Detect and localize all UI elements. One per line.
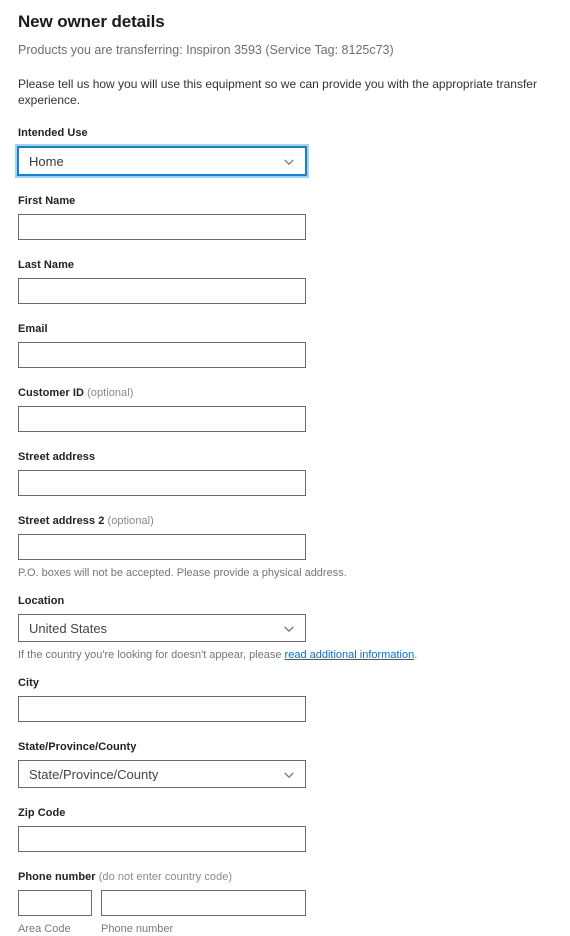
- intended-use-select[interactable]: Home: [17, 146, 307, 176]
- area-code-input[interactable]: [18, 890, 92, 916]
- field-first-name: First Name: [18, 194, 552, 240]
- label-location: Location: [18, 595, 65, 607]
- form-container: New owner details Products you are trans…: [0, 0, 570, 936]
- state-province-county-value: State/Province/County: [29, 767, 159, 781]
- intro-paragraph: Please tell us how you will use this equ…: [18, 77, 537, 107]
- label-street-address-2-optional: (optional): [107, 515, 154, 527]
- label-phone-number-note: (do not enter country code): [98, 871, 233, 883]
- phone-number-caption: Phone number: [101, 923, 174, 935]
- phone-inputs-row: Area Code Phone number: [18, 890, 552, 936]
- label-customer-id-optional: (optional): [87, 387, 134, 399]
- label-customer-id: Customer ID (optional): [18, 386, 552, 400]
- location-select[interactable]: United States: [18, 614, 306, 642]
- label-intended-use: Intended Use: [18, 127, 88, 139]
- field-zip-code: Zip Code: [18, 806, 552, 852]
- area-code-caption: Area Code: [18, 923, 71, 935]
- intended-use-value: Home: [29, 154, 64, 168]
- label-phone-number-text: Phone number: [18, 871, 96, 883]
- zip-code-input[interactable]: [18, 826, 306, 852]
- chevron-down-icon: [283, 768, 295, 780]
- new-owner-details-page: New owner details Products you are trans…: [0, 0, 570, 935]
- street-address-2-input[interactable]: [18, 534, 306, 560]
- state-province-county-select[interactable]: State/Province/County: [18, 760, 306, 788]
- label-phone-number: Phone number (do not enter country code): [18, 870, 552, 884]
- field-city: City: [18, 676, 552, 722]
- street-address-input[interactable]: [18, 470, 306, 496]
- field-email: Email: [18, 322, 552, 368]
- customer-id-input[interactable]: [18, 406, 306, 432]
- street-address-2-helper: P.O. boxes will not be accepted. Please …: [18, 567, 347, 579]
- label-customer-id-text: Customer ID: [18, 387, 84, 399]
- chevron-down-icon: [283, 622, 295, 634]
- label-state-province-county: State/Province/County: [18, 741, 137, 753]
- field-phone-number: Phone number (do not enter country code)…: [18, 870, 552, 936]
- last-name-input[interactable]: [18, 278, 306, 304]
- field-state-province-county: State/Province/County State/Province/Cou…: [18, 740, 552, 788]
- field-location: Location United States If the country yo…: [18, 594, 552, 662]
- label-street-address-2-text: Street address 2: [18, 515, 105, 527]
- chevron-down-icon: [283, 155, 295, 167]
- first-name-input[interactable]: [18, 214, 306, 240]
- label-last-name: Last Name: [18, 259, 75, 271]
- location-helper: If the country you're looking for doesn'…: [18, 648, 552, 662]
- email-input[interactable]: [18, 342, 306, 368]
- field-intended-use: Intended Use Home: [17, 126, 552, 176]
- field-street-address-2: Street address 2 (optional) P.O. boxes w…: [18, 514, 552, 580]
- location-helper-suffix: .: [414, 649, 418, 661]
- label-zip-code: Zip Code: [18, 807, 66, 819]
- city-input[interactable]: [18, 696, 306, 722]
- field-customer-id: Customer ID (optional): [18, 386, 552, 432]
- label-first-name: First Name: [18, 195, 76, 207]
- phone-area-code-group: Area Code: [18, 890, 92, 936]
- field-street-address: Street address: [18, 450, 552, 496]
- location-value: United States: [29, 621, 108, 635]
- phone-number-input[interactable]: [101, 890, 306, 916]
- field-last-name: Last Name: [18, 258, 552, 304]
- label-city: City: [18, 677, 39, 689]
- transferring-products-subtitle: Products you are transferring: Inspiron …: [18, 43, 394, 57]
- label-email: Email: [18, 323, 48, 335]
- page-title: New owner details: [18, 12, 165, 31]
- location-helper-prefix: If the country you're looking for doesn'…: [18, 649, 285, 661]
- phone-number-group: Phone number: [101, 890, 306, 936]
- read-additional-information-link[interactable]: read additional information: [285, 649, 415, 661]
- label-street-address: Street address: [18, 451, 96, 463]
- label-street-address-2: Street address 2 (optional): [18, 514, 552, 528]
